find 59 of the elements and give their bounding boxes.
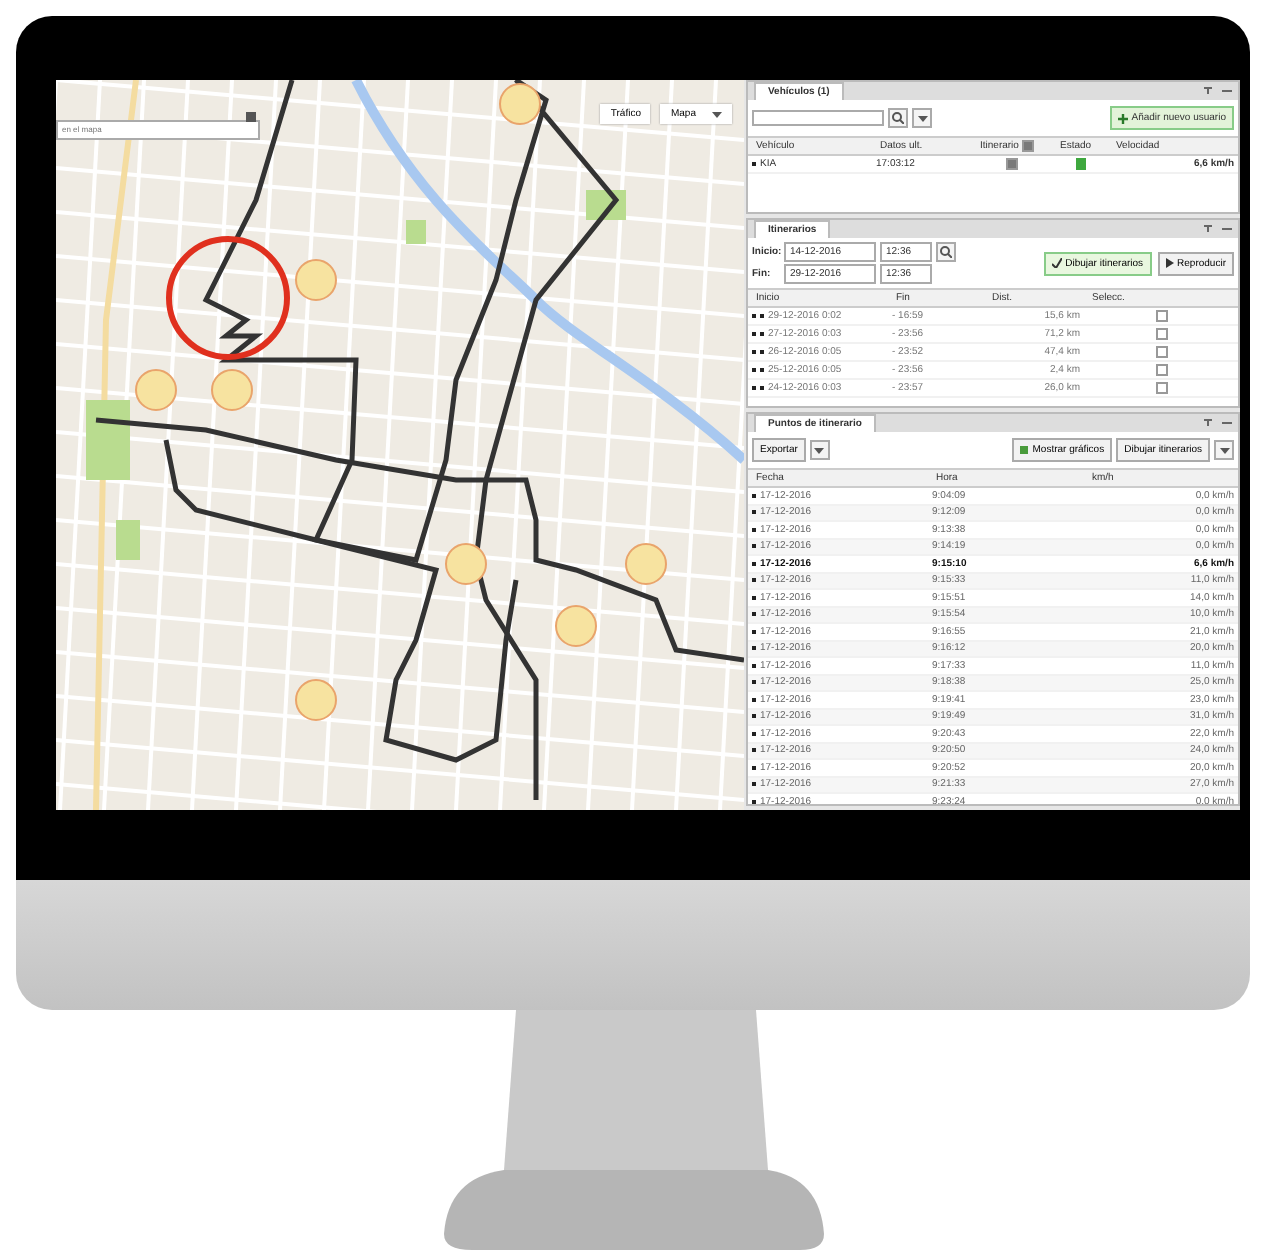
row-marker-icon [752,731,756,736]
chart-icon [1020,446,1029,454]
row-marker-icon [752,350,756,354]
row-marker-icon [752,646,756,651]
panel-controls-icon[interactable] [1202,224,1234,234]
play-icon [1165,258,1174,268]
search-button[interactable] [936,242,956,262]
dropdown-button[interactable] [1214,440,1234,460]
panel-controls-icon[interactable] [1202,418,1234,428]
row-marker-icon [752,799,756,804]
row-marker-icon [752,765,756,770]
caret-icon [917,115,927,121]
row-marker-icon [752,680,756,685]
row-marker-icon [752,493,756,498]
highlight-circle [166,236,290,360]
search-button[interactable] [888,108,908,128]
row-marker-icon [752,510,756,515]
caret-icon [814,447,825,453]
row-marker-icon [752,595,756,600]
caret-icon [1219,447,1229,453]
row-marker-icon [760,386,764,390]
row-marker-icon [752,629,756,634]
row-marker-icon [752,332,756,336]
clear-icon[interactable] [246,111,256,121]
row-marker-icon [752,561,756,566]
row-marker-icon [752,386,756,390]
row-marker-icon [752,782,756,787]
row-marker-icon [752,314,756,318]
row-marker-icon [752,544,756,549]
row-marker-icon [752,714,756,719]
checkmark-icon [1051,258,1062,268]
row-marker-icon [752,612,756,617]
status-icon [1075,158,1085,170]
dropdown-button[interactable] [809,440,830,460]
row-marker-icon [752,697,756,702]
checkbox[interactable] [1155,328,1167,340]
row-marker-icon [752,527,756,532]
row-marker-icon [760,332,764,336]
checkbox[interactable] [1022,140,1035,152]
row-marker-icon [760,368,764,372]
checkbox[interactable] [1155,364,1167,376]
row-marker-icon [752,368,756,372]
checkbox[interactable] [1006,158,1018,170]
search-icon [940,246,952,258]
dropdown-button[interactable] [912,108,932,128]
panel-controls-icon[interactable] [1202,86,1234,96]
checkbox[interactable] [1155,382,1167,394]
row-marker-icon [760,314,764,318]
checkbox[interactable] [1155,346,1167,358]
plus-icon [1117,113,1128,123]
checkbox[interactable] [1155,310,1167,322]
search-field[interactable] [752,110,884,126]
row-marker-icon [752,663,756,668]
row-marker-icon [752,578,756,583]
search-icon [892,112,904,124]
caret-icon [712,111,722,117]
row-marker-icon [760,350,764,354]
row-marker-icon [752,162,756,166]
row-marker-icon [752,748,756,753]
